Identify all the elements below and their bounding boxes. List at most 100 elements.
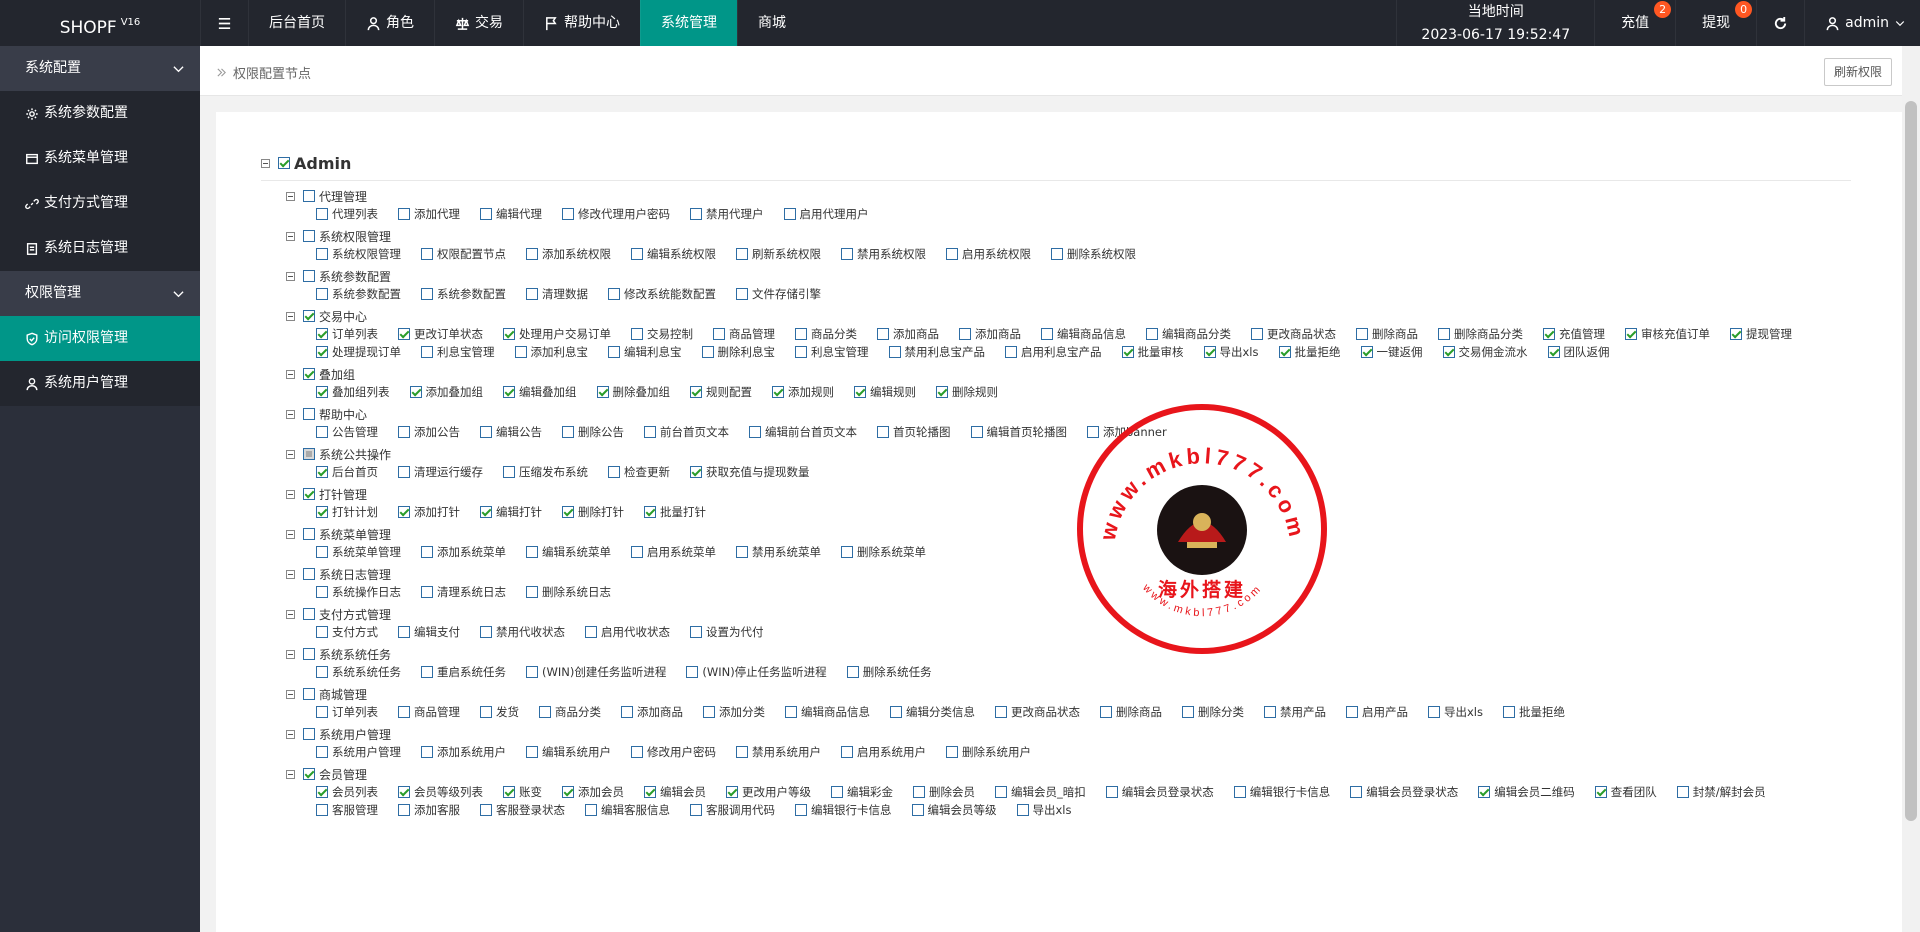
sidebar-item-system-users[interactable]: 系统用户管理 xyxy=(0,361,200,406)
permission-item[interactable]: 查看团队 xyxy=(1594,783,1657,801)
permission-checkbox[interactable] xyxy=(690,386,702,398)
permission-checkbox[interactable] xyxy=(690,466,702,478)
permission-item[interactable]: 禁用系统用户 xyxy=(736,743,821,761)
nav-item-home[interactable]: 后台首页 xyxy=(248,0,345,46)
permission-item[interactable]: 设置为代付 xyxy=(690,623,764,641)
permission-checkbox[interactable] xyxy=(526,248,538,260)
permission-checkbox[interactable] xyxy=(631,546,643,558)
permission-checkbox[interactable] xyxy=(644,506,656,518)
user-menu[interactable]: admin xyxy=(1804,0,1920,46)
permission-checkbox[interactable] xyxy=(398,328,410,340)
permission-checkbox[interactable] xyxy=(783,208,796,220)
permission-checkbox[interactable] xyxy=(795,804,807,816)
permission-item[interactable]: 修改用户密码 xyxy=(631,743,716,761)
permission-item[interactable]: (WIN)停止任务监听进程 xyxy=(686,663,827,681)
permission-checkbox[interactable] xyxy=(877,426,889,438)
permission-checkbox[interactable] xyxy=(1350,786,1363,798)
collapse-toggle-icon[interactable] xyxy=(286,409,295,419)
permission-checkbox[interactable] xyxy=(421,666,433,678)
permission-item[interactable]: 编辑银行卡信息 xyxy=(1233,783,1330,801)
permission-item[interactable]: 检查更新 xyxy=(608,463,670,481)
category-checkbox[interactable] xyxy=(303,190,315,202)
permission-checkbox[interactable] xyxy=(890,706,902,718)
permission-checkbox[interactable] xyxy=(398,208,410,220)
permission-checkbox[interactable] xyxy=(608,288,620,300)
permission-item[interactable]: 发货 xyxy=(480,703,519,721)
permission-checkbox[interactable] xyxy=(726,786,738,798)
permission-item[interactable]: 编辑客服信息 xyxy=(585,801,670,819)
permission-item[interactable]: 添加系统权限 xyxy=(526,245,611,263)
permission-item[interactable]: 会员等级列表 xyxy=(398,783,483,801)
permission-item[interactable]: 前台首页文本 xyxy=(644,423,729,441)
collapse-toggle-icon[interactable] xyxy=(286,569,295,579)
permission-checkbox[interactable] xyxy=(503,328,515,340)
sidebar-item-system-log[interactable]: 系统日志管理 xyxy=(0,226,200,271)
permission-item[interactable]: 启用系统菜单 xyxy=(631,543,716,561)
permission-checkbox[interactable] xyxy=(316,804,328,816)
permission-item[interactable]: 批量审核 xyxy=(1121,343,1184,361)
permission-checkbox[interactable] xyxy=(841,746,853,758)
permission-item[interactable]: 系统权限管理 xyxy=(316,245,401,263)
permission-item[interactable]: 利息宝管理 xyxy=(795,343,869,361)
permission-item[interactable]: 添加商品 xyxy=(877,325,939,343)
scrollbar-thumb[interactable] xyxy=(1905,101,1917,821)
permission-checkbox[interactable] xyxy=(631,328,643,340)
category-checkbox[interactable] xyxy=(303,608,315,620)
permission-checkbox[interactable] xyxy=(1442,346,1455,358)
permission-item[interactable]: 团队返佣 xyxy=(1547,343,1610,361)
permission-checkbox[interactable] xyxy=(316,546,328,558)
permission-checkbox[interactable] xyxy=(911,804,924,816)
permission-checkbox[interactable] xyxy=(631,248,643,260)
nav-item-help[interactable]: 帮助中心 xyxy=(523,0,640,46)
permission-checkbox[interactable] xyxy=(608,346,620,358)
permission-checkbox[interactable] xyxy=(959,328,971,340)
permission-item[interactable]: 修改系统能数配置 xyxy=(608,285,716,303)
permission-checkbox[interactable] xyxy=(831,786,843,798)
collapse-toggle-icon[interactable] xyxy=(286,449,295,459)
permission-checkbox[interactable] xyxy=(608,466,620,478)
permission-checkbox[interactable] xyxy=(480,804,492,816)
permission-item[interactable]: 删除系统日志 xyxy=(526,583,611,601)
permission-checkbox[interactable] xyxy=(841,248,853,260)
permission-checkbox[interactable] xyxy=(690,626,702,638)
permission-checkbox[interactable] xyxy=(526,546,538,558)
permission-item[interactable]: 代理列表 xyxy=(316,205,378,223)
permission-checkbox[interactable] xyxy=(644,786,656,798)
permission-checkbox[interactable] xyxy=(995,786,1007,798)
permission-checkbox[interactable] xyxy=(480,506,492,518)
permission-checkbox[interactable] xyxy=(1360,346,1373,358)
permission-item[interactable]: 禁用系统菜单 xyxy=(736,543,821,561)
permission-item[interactable]: 删除商品 xyxy=(1100,703,1162,721)
permission-checkbox[interactable] xyxy=(690,208,702,220)
permission-checkbox[interactable] xyxy=(421,586,433,598)
permission-checkbox[interactable] xyxy=(621,706,633,718)
permission-item[interactable]: 删除系统用户 xyxy=(946,743,1031,761)
category-checkbox[interactable] xyxy=(303,528,315,540)
permission-checkbox[interactable] xyxy=(1346,706,1358,718)
collapse-toggle-icon[interactable] xyxy=(286,609,295,619)
collapse-toggle-icon[interactable] xyxy=(286,489,295,499)
permission-item[interactable]: 删除规则 xyxy=(936,383,998,401)
permission-checkbox[interactable] xyxy=(503,386,515,398)
sidebar-group-system-config[interactable]: 系统配置 xyxy=(0,46,200,91)
permission-item[interactable]: 添加公告 xyxy=(398,423,460,441)
permission-checkbox[interactable] xyxy=(1251,328,1263,340)
sidebar-item-system-params[interactable]: 系统参数配置 xyxy=(0,91,200,136)
permission-checkbox[interactable] xyxy=(946,746,958,758)
permission-item[interactable]: 提现管理 xyxy=(1730,325,1792,343)
permission-checkbox[interactable] xyxy=(398,786,410,798)
permission-item[interactable]: 订单列表 xyxy=(316,703,378,721)
permission-item[interactable]: 更改订单状态 xyxy=(398,325,483,343)
permission-item[interactable]: 编辑商品信息 xyxy=(1041,325,1126,343)
permission-checkbox[interactable] xyxy=(398,804,410,816)
permission-item[interactable]: 商品分类 xyxy=(795,325,857,343)
category-checkbox[interactable] xyxy=(303,648,315,660)
collapse-toggle-icon[interactable] xyxy=(286,529,295,539)
permission-checkbox[interactable] xyxy=(398,426,410,438)
permission-checkbox[interactable] xyxy=(946,248,958,260)
permission-item[interactable]: 添加规则 xyxy=(772,383,834,401)
permission-item[interactable]: 编辑会员二维码 xyxy=(1478,783,1575,801)
permission-item[interactable]: 删除商品 xyxy=(1356,325,1418,343)
permission-item[interactable]: 账变 xyxy=(503,783,542,801)
permission-checkbox[interactable] xyxy=(398,466,410,478)
